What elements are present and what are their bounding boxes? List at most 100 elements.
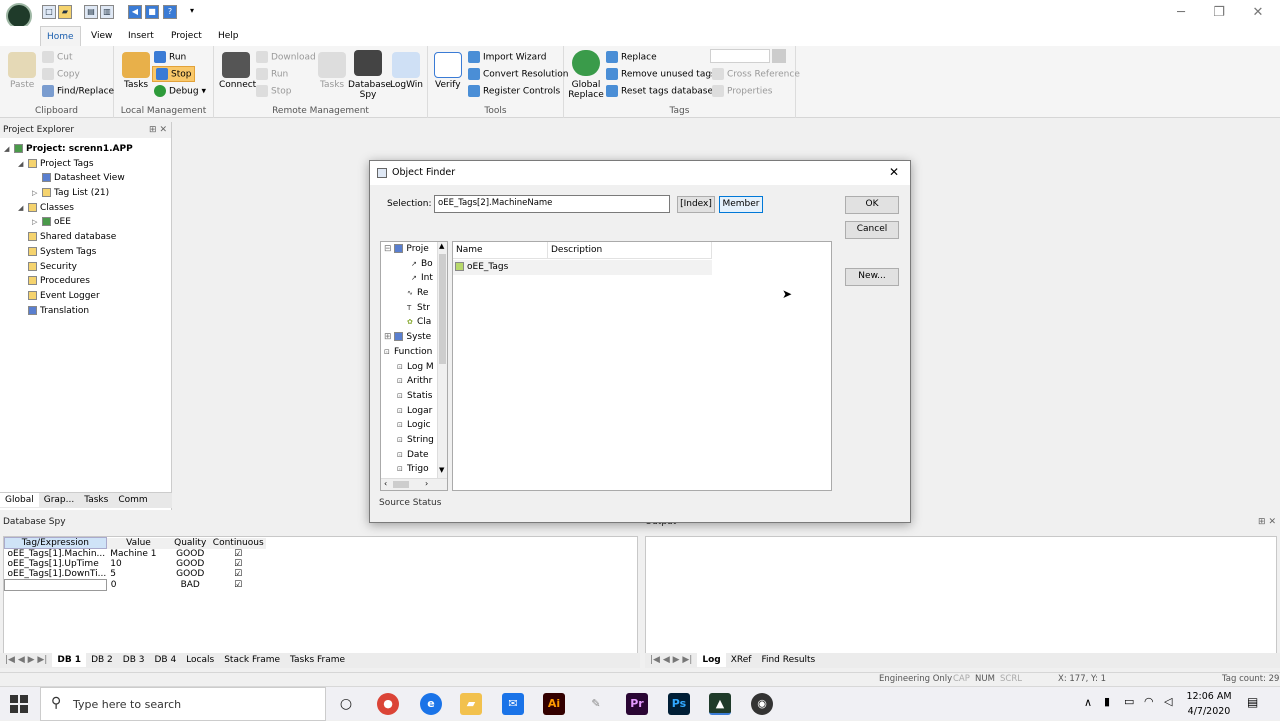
local-run-button[interactable]: Run: [154, 51, 186, 63]
tab-project[interactable]: Project: [165, 26, 208, 46]
cross-reference-button[interactable]: Cross Reference: [712, 68, 800, 80]
minimize-icon[interactable]: ─: [1168, 4, 1194, 22]
tag-search-input[interactable]: [710, 49, 770, 63]
col-description-header[interactable]: Description: [548, 242, 712, 259]
tab-xref[interactable]: XRef: [726, 653, 757, 667]
import-wizard-button[interactable]: Import Wizard: [468, 51, 546, 63]
nav-arrows-icon[interactable]: |◀ ◀ ▶ ▶|: [645, 653, 697, 667]
remote-run-button[interactable]: Run: [256, 68, 288, 80]
tray-volume-icon[interactable]: ◁: [1164, 695, 1172, 708]
ok-button[interactable]: OK: [845, 196, 899, 214]
checkbox-icon[interactable]: ☑: [210, 569, 266, 580]
table-row[interactable]: 0 BAD ☑: [4, 579, 267, 591]
tab-home[interactable]: Home: [40, 26, 81, 46]
new-button[interactable]: New...: [845, 268, 899, 286]
remote-tasks-button[interactable]: Tasks: [320, 80, 344, 90]
tree-item-translation[interactable]: Translation: [0, 304, 171, 319]
checkbox-icon[interactable]: ☑: [210, 549, 266, 560]
tray-mic-icon[interactable]: ▮: [1104, 695, 1110, 708]
back-icon[interactable]: ◀: [128, 5, 142, 19]
col-tag-expression[interactable]: Tag/Expression: [4, 537, 107, 549]
tree-item-oee[interactable]: ▷ oEE: [0, 215, 171, 230]
cut-button[interactable]: Cut: [42, 51, 73, 63]
logwin-icon[interactable]: [392, 52, 420, 78]
tree-item-tag-list[interactable]: ▷ Tag List (21): [0, 186, 171, 201]
download-button[interactable]: Download: [256, 51, 316, 63]
studio-app-icon[interactable]: ▲: [709, 693, 731, 715]
open-folder-icon[interactable]: ▰: [58, 5, 72, 19]
tab-view[interactable]: View: [85, 26, 118, 46]
obs-icon[interactable]: ◉: [751, 693, 773, 715]
scroll-up-icon[interactable]: ▲: [439, 242, 444, 250]
properties-button[interactable]: Properties: [712, 85, 772, 97]
save-all-icon[interactable]: ▥: [100, 5, 114, 19]
col-value[interactable]: Value: [106, 538, 170, 549]
replace-button[interactable]: Replace: [606, 51, 657, 63]
paste-icon[interactable]: [8, 52, 36, 78]
database-spy-button[interactable]: Database Spy: [348, 80, 391, 100]
chrome-icon[interactable]: ●: [377, 693, 399, 715]
tab-log[interactable]: Log: [697, 653, 726, 667]
tree-item-event-logger[interactable]: Event Logger: [0, 289, 171, 304]
remove-unused-tags-button[interactable]: Remove unused tags: [606, 68, 716, 80]
tray-chevron-icon[interactable]: ∧: [1084, 696, 1092, 709]
pin-close-icon[interactable]: ⊞ ✕: [1258, 514, 1280, 530]
col-continuous[interactable]: Continuous: [210, 538, 266, 549]
tab-tasks-frame[interactable]: Tasks Frame: [285, 653, 350, 667]
connect-icon[interactable]: [222, 52, 250, 78]
global-replace-button[interactable]: Global Replace: [568, 80, 604, 100]
pin-close-icon[interactable]: ⊞ ✕: [149, 122, 171, 138]
cortana-icon[interactable]: ○: [335, 693, 357, 715]
tree-item-project[interactable]: ◢ Project: screnn1.APP: [0, 142, 171, 157]
tree-item-classes[interactable]: ◢ Classes: [0, 201, 171, 216]
edge-icon[interactable]: e: [420, 693, 442, 715]
tab-comm[interactable]: Comm: [113, 493, 152, 507]
tree-vertical-scrollbar[interactable]: ▲ ▼: [437, 242, 447, 478]
table-row[interactable]: oEE_Tags[1].DownTi... 5 GOOD ☑: [5, 569, 267, 580]
tab-db2[interactable]: DB 2: [86, 653, 118, 667]
register-controls-button[interactable]: Register Controls: [468, 85, 560, 97]
tab-find-results[interactable]: Find Results: [756, 653, 820, 667]
tab-stack-frame[interactable]: Stack Frame: [219, 653, 285, 667]
tab-db4[interactable]: DB 4: [149, 653, 181, 667]
table-row[interactable]: oEE_Tags[1].UpTime 10 GOOD ☑: [5, 559, 267, 569]
taskbar-search[interactable]: ⚲ Type here to search: [40, 687, 326, 721]
tree-horizontal-scrollbar[interactable]: ‹ ›: [381, 478, 447, 490]
cancel-button[interactable]: Cancel: [845, 221, 899, 239]
help-icon[interactable]: ?: [163, 5, 177, 19]
tray-battery-icon[interactable]: ▭: [1124, 695, 1134, 708]
col-quality[interactable]: Quality: [170, 538, 210, 549]
reset-tags-database-button[interactable]: Reset tags database: [606, 85, 713, 97]
tab-db3[interactable]: DB 3: [118, 653, 150, 667]
notifications-icon[interactable]: ▤: [1247, 695, 1258, 709]
scroll-left-icon[interactable]: ‹: [384, 479, 387, 488]
tray-wifi-icon[interactable]: ◠: [1144, 695, 1154, 708]
tasks-icon[interactable]: [122, 52, 150, 78]
list-item[interactable]: oEE_Tags: [453, 260, 712, 275]
premiere-icon[interactable]: Pr: [626, 693, 648, 715]
member-button[interactable]: Member: [719, 196, 763, 213]
verify-icon[interactable]: [434, 52, 462, 78]
tree-item-security[interactable]: Security: [0, 260, 171, 275]
tab-insert[interactable]: Insert: [122, 26, 160, 46]
qat-dropdown-icon[interactable]: ▾: [190, 6, 194, 15]
tree-item-shared-db[interactable]: Shared database: [0, 230, 171, 245]
new-file-icon[interactable]: □: [42, 5, 56, 19]
tag-search-icon[interactable]: [772, 49, 786, 63]
dialog-close-icon[interactable]: ✕: [889, 165, 899, 179]
maximize-icon[interactable]: ❐: [1206, 4, 1232, 22]
tab-graphics[interactable]: Grap...: [39, 493, 80, 507]
tree-item-system-tags[interactable]: System Tags: [0, 245, 171, 260]
tree-item-project-tags[interactable]: ◢ Project Tags: [0, 157, 171, 172]
convert-resolution-button[interactable]: Convert Resolution: [468, 68, 568, 80]
scroll-thumb[interactable]: [393, 481, 409, 488]
tree-item-procedures[interactable]: Procedures: [0, 274, 171, 289]
remote-stop-button[interactable]: Stop: [256, 85, 291, 97]
scroll-thumb[interactable]: [439, 254, 446, 364]
windows-start-icon[interactable]: [10, 695, 28, 713]
photoshop-icon[interactable]: Ps: [668, 693, 690, 715]
copy-button[interactable]: Copy: [42, 68, 80, 80]
tab-global[interactable]: Global: [0, 493, 39, 507]
illustrator-icon[interactable]: Ai: [543, 693, 565, 715]
close-window-icon[interactable]: ✕: [1245, 4, 1271, 22]
